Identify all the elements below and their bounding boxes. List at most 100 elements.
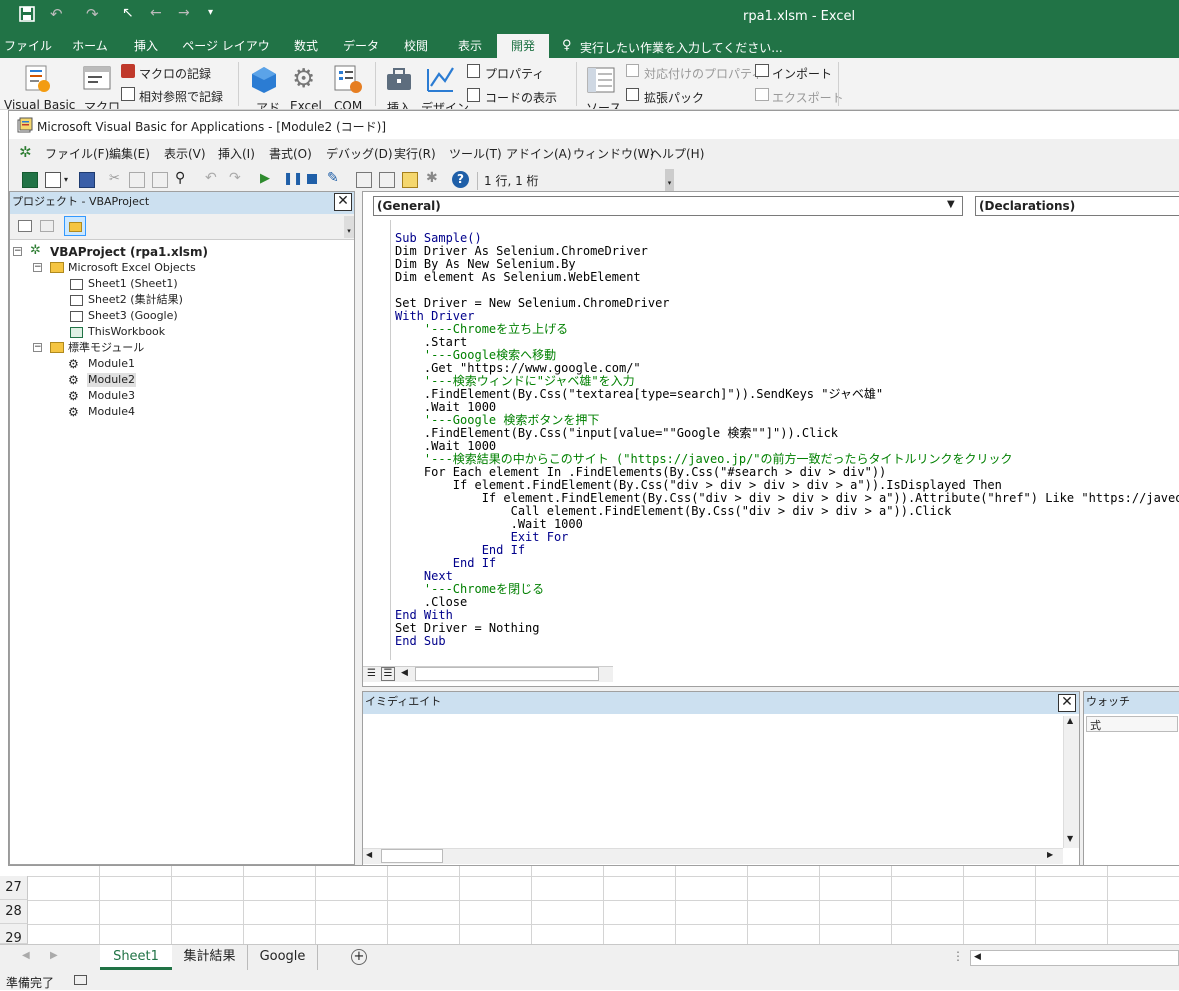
tree-modules-folder[interactable]: 標準モジュール	[68, 341, 144, 355]
code-line[interactable]: End Sub	[395, 635, 1179, 648]
row-header[interactable]: 28	[0, 900, 28, 924]
tree-thisworkbook[interactable]: ThisWorkbook	[88, 325, 165, 339]
insert-module-icon[interactable]	[45, 172, 61, 188]
immediate-v-scrollbar[interactable]: ▲ ▼	[1063, 716, 1079, 848]
scroll-arrow-icon[interactable]: ▾	[344, 216, 354, 238]
sheet-h-scrollbar[interactable]: ◀	[970, 950, 1179, 966]
tab-insert[interactable]: 挿入	[124, 34, 168, 58]
dropdown-arrow-icon[interactable]: ▾	[64, 175, 68, 184]
insert-controls-icon[interactable]	[385, 66, 413, 94]
tab-home[interactable]: ホーム	[64, 34, 116, 58]
view-code-button[interactable]: コードの表示	[485, 89, 557, 106]
design-mode-label[interactable]: デザイン	[421, 99, 469, 109]
cut-icon[interactable]: ✂	[109, 171, 120, 186]
view-excel-icon[interactable]	[22, 172, 38, 188]
tab-developer[interactable]: 開発	[497, 34, 549, 58]
menu-edit[interactable]: 編集(E)	[109, 145, 150, 162]
export-button[interactable]: エクスポート	[772, 89, 844, 106]
vbe-menu-icon[interactable]: ✲	[19, 143, 32, 161]
xml-source-label[interactable]: ソース	[586, 99, 621, 109]
tree-sheet2[interactable]: Sheet2 (集計結果)	[88, 293, 183, 307]
scroll-thumb[interactable]	[381, 849, 443, 863]
code-h-scrollbar[interactable]: ☰ ☰ ◀	[363, 666, 613, 682]
properties-button[interactable]: プロパティ	[485, 65, 544, 82]
expansion-pack-button[interactable]: 拡張パック	[644, 89, 704, 106]
add-sheet-icon[interactable]: +	[351, 949, 367, 965]
collapse-icon[interactable]: −	[33, 343, 42, 352]
menu-window[interactable]: ウィンドウ(W)	[573, 145, 654, 162]
chevron-down-icon[interactable]: ▼	[947, 199, 955, 210]
xml-source-icon[interactable]	[586, 66, 616, 94]
find-icon[interactable]: ⚲	[175, 170, 185, 186]
code-line[interactable]: .Close	[395, 596, 1179, 609]
import-button[interactable]: インポート	[772, 65, 832, 82]
help-icon[interactable]: ?	[452, 171, 469, 188]
view-code-icon[interactable]	[18, 220, 32, 232]
scroll-thumb[interactable]	[415, 667, 599, 681]
scroll-right-icon[interactable]: ▶	[1047, 850, 1053, 859]
forward-icon[interactable]: →	[178, 5, 190, 21]
macro-record-status-icon[interactable]	[74, 975, 87, 985]
code-line[interactable]: '---Chromeを立ち上げる	[395, 323, 1179, 336]
next-sheet-icon[interactable]: ▶	[50, 950, 58, 961]
tree-module4[interactable]: Module4	[88, 405, 135, 419]
collapse-icon[interactable]: −	[13, 247, 22, 256]
macro-label[interactable]: マクロ	[84, 98, 120, 109]
menu-insert[interactable]: 挿入(I)	[218, 145, 255, 162]
menu-help[interactable]: ヘルプ(H)	[650, 145, 704, 162]
close-icon[interactable]: ✕	[334, 193, 352, 211]
toolbox-icon[interactable]: ✱	[426, 170, 438, 186]
code-line[interactable]: End If	[395, 544, 1179, 557]
reset-icon[interactable]	[307, 174, 317, 184]
com-addins-label[interactable]: COM	[334, 99, 362, 109]
addins-label[interactable]: アド	[256, 99, 280, 109]
project-explorer-icon[interactable]	[356, 172, 372, 188]
tab-view[interactable]: 表示	[448, 34, 492, 58]
menu-view[interactable]: 表示(V)	[164, 145, 206, 162]
sheet-tab-sheet1[interactable]: Sheet1	[100, 945, 172, 970]
menu-tools[interactable]: ツール(T)	[449, 145, 502, 162]
tab-data[interactable]: データ	[338, 34, 384, 58]
tree-module1[interactable]: Module1	[88, 357, 135, 371]
map-properties-button[interactable]: 対応付けのプロパティ	[644, 65, 763, 82]
addins-icon[interactable]	[250, 66, 278, 94]
tree-module3[interactable]: Module3	[88, 389, 135, 403]
immediate-input[interactable]	[363, 716, 1063, 846]
tab-formulas[interactable]: 数式	[284, 34, 328, 58]
watch-column-expression[interactable]: 式	[1086, 716, 1178, 732]
cell-grid[interactable]	[28, 866, 1179, 944]
properties-window-icon[interactable]	[379, 172, 395, 188]
excel-addins-label[interactable]: Excel	[290, 99, 322, 109]
copy-icon[interactable]	[129, 172, 145, 188]
tree-sheet3[interactable]: Sheet3 (Google)	[88, 309, 178, 323]
code-line[interactable]: End If	[395, 557, 1179, 570]
com-addins-icon[interactable]	[333, 64, 363, 94]
run-icon[interactable]: ▶	[260, 171, 270, 186]
close-icon[interactable]: ✕	[1058, 694, 1076, 712]
tree-root[interactable]: VBAProject (rpa1.xlsm)	[50, 245, 208, 259]
design-mode-icon[interactable]	[425, 64, 457, 94]
toolbar-overflow-icon[interactable]: ▾	[665, 169, 674, 191]
object-combo[interactable]: (General)	[373, 196, 963, 216]
procedure-combo[interactable]: (Declarations)	[975, 196, 1179, 216]
code-line[interactable]: .FindElement(By.Css("textarea[type=searc…	[395, 388, 1179, 401]
object-browser-icon[interactable]	[402, 172, 418, 188]
menu-debug[interactable]: デバッグ(D)	[326, 145, 393, 162]
splitter-icon[interactable]: ⋮	[952, 949, 964, 963]
code-editor[interactable]: Sub Sample() Dim Driver As Selenium.Chrom…	[395, 232, 1179, 662]
break-icon[interactable]: ❚❚	[283, 171, 303, 185]
tell-me-box[interactable]: 実行したい作業を入力してください...	[580, 39, 783, 56]
undo-icon[interactable]: ↶	[50, 5, 63, 23]
immediate-h-scrollbar[interactable]: ◀ ▶	[363, 848, 1063, 864]
scroll-left-icon[interactable]: ◀	[366, 850, 372, 859]
macro-icon[interactable]	[82, 64, 112, 94]
paste-icon[interactable]	[152, 172, 168, 188]
save-icon[interactable]	[79, 172, 95, 188]
tab-page-layout[interactable]: ページ レイアウト	[178, 34, 274, 77]
menu-addins[interactable]: アドイン(A)	[506, 145, 572, 162]
toggle-folders-icon[interactable]	[64, 216, 86, 236]
code-line[interactable]: .FindElement(By.Css("input[value=""Googl…	[395, 427, 1179, 440]
sheet-tab-summary[interactable]: 集計結果	[172, 945, 248, 970]
menu-file[interactable]: ファイル(F)	[45, 145, 109, 162]
sheet-tab-google[interactable]: Google	[248, 945, 318, 970]
